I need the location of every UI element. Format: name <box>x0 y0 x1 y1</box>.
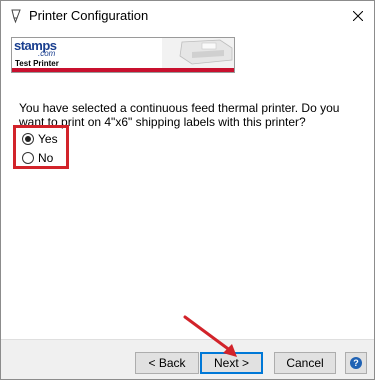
no-option[interactable]: No <box>22 151 53 165</box>
logo-suffix: .com <box>38 49 56 58</box>
next-button[interactable]: Next > <box>200 352 263 374</box>
help-icon: ? <box>350 357 362 369</box>
no-label: No <box>38 151 54 165</box>
label-option-group: Yes No <box>13 125 69 169</box>
back-button[interactable]: < Back <box>135 352 199 374</box>
yes-label: Yes <box>38 132 58 146</box>
dialog-content: stamps .com Test Printer You have select… <box>1 31 374 339</box>
help-button[interactable]: ? <box>345 352 367 374</box>
title-bar: Printer Configuration <box>1 1 374 31</box>
yes-radio[interactable] <box>22 133 34 145</box>
close-icon <box>353 11 363 21</box>
stamps-banner: stamps .com Test Printer <box>11 37 235 73</box>
window-title: Printer Configuration <box>29 8 149 23</box>
printer-configuration-dialog: Printer Configuration stamps .com Test P… <box>0 0 375 380</box>
question-text: You have selected a continuous feed ther… <box>19 101 340 129</box>
banner-subtitle: Test Printer <box>15 59 59 68</box>
banner-accent-bar <box>12 68 234 72</box>
yes-option[interactable]: Yes <box>22 132 58 146</box>
printer-feather-icon <box>11 9 21 24</box>
stamps-logo: stamps .com Test Printer <box>12 38 72 72</box>
cancel-button[interactable]: Cancel <box>274 352 336 374</box>
no-radio[interactable] <box>22 152 34 164</box>
dialog-footer: < Back Next > Cancel ? <box>1 339 374 379</box>
close-button[interactable] <box>342 1 374 31</box>
printer-image <box>162 38 234 68</box>
